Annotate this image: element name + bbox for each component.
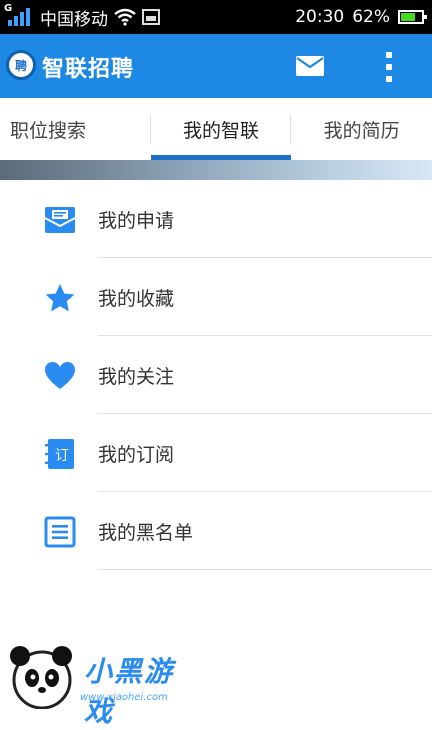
carrier-name: 中国移动 — [40, 9, 108, 30]
tab-label: 职位搜索 — [10, 119, 87, 142]
menu-item-blacklist[interactable]: 我的黑名单 — [0, 492, 432, 570]
subscription-icon: 订 — [45, 439, 74, 469]
status-bar: G 中国移动 20:30 62% — [0, 0, 432, 34]
wifi-icon — [114, 8, 136, 26]
mail-icon[interactable] — [296, 56, 324, 76]
battery-percent: 62% — [352, 7, 390, 27]
tab-my-resume[interactable]: 我的简历 — [291, 98, 432, 160]
tab-label: 我的简历 — [323, 119, 400, 142]
menu-item-applications[interactable]: 我的申请 — [0, 180, 432, 258]
blacklist-icon — [44, 516, 76, 548]
watermark-url: www.xiaohei.com — [80, 692, 168, 703]
network-type: G — [4, 3, 13, 14]
tab-label: 我的智联 — [183, 119, 260, 142]
menu-item-label: 我的关注 — [98, 366, 175, 388]
tab-bar: 职位搜索 我的智联 我的简历 — [0, 98, 432, 161]
app-bar: 聘 智联招聘 — [0, 34, 432, 98]
signal-icon: G — [4, 3, 34, 28]
watermark: 小黑游戏 www.xiaohei.com — [0, 640, 200, 728]
clock: 20:30 — [295, 7, 345, 27]
menu-item-label: 我的收藏 — [98, 288, 175, 310]
divider — [98, 569, 432, 570]
subscription-icon-text: 订 — [55, 448, 69, 464]
banner-strip — [0, 160, 432, 180]
tab-my-zhilian[interactable]: 我的智联 — [150, 98, 292, 160]
application-icon — [44, 207, 76, 233]
watermark-title: 小黑游戏 — [84, 655, 175, 728]
menu-list: 我的申请 我的收藏 我的关注 订 我的订阅 我的黑名单 — [0, 180, 432, 570]
menu-item-label: 我的申请 — [98, 210, 175, 232]
menu-item-label: 我的黑名单 — [98, 522, 194, 544]
image-notification-icon — [142, 9, 160, 25]
app-logo: 聘 — [6, 50, 36, 80]
star-icon — [45, 284, 75, 312]
overflow-menu-icon[interactable] — [384, 52, 394, 82]
heart-icon — [45, 362, 75, 389]
menu-item-following[interactable]: 我的关注 — [0, 336, 432, 414]
panda-logo-icon — [10, 646, 72, 709]
menu-item-subscriptions[interactable]: 订 我的订阅 — [0, 414, 432, 492]
app-title: 智联招聘 — [42, 57, 135, 82]
battery-icon — [398, 10, 427, 24]
menu-item-favorites[interactable]: 我的收藏 — [0, 258, 432, 336]
menu-item-label: 我的订阅 — [98, 444, 175, 466]
tab-job-search[interactable]: 职位搜索 — [0, 98, 151, 160]
